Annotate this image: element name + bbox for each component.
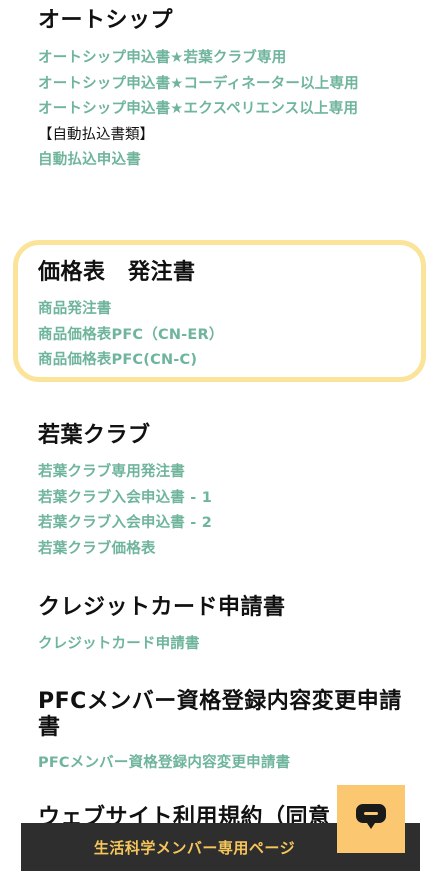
wakaba-heading: 若葉クラブ (38, 423, 151, 448)
price-link-order[interactable]: 商品発注書 (38, 297, 410, 323)
credit-link[interactable]: クレジットカード申請書 (38, 632, 410, 658)
credit-heading: クレジットカード申請書 (38, 595, 286, 620)
price-heading: 価格表 発注書 (38, 260, 196, 285)
price-link-cn-c[interactable]: 商品価格表PFC(CN-C) (38, 348, 410, 374)
chat-button[interactable] (337, 785, 405, 853)
price-section: 価格表 発注書 商品発注書 商品価格表PFC（CN-ER） 商品価格表PFC(C… (38, 260, 410, 374)
auto-payment-subheading: 【自動払込書類】 (38, 126, 154, 143)
auto-payment-link[interactable]: 自動払込申込書 (38, 148, 410, 174)
wakaba-link-price[interactable]: 若葉クラブ価格表 (38, 537, 410, 563)
wakaba-link-application-1[interactable]: 若葉クラブ入会申込書 - 1 (38, 486, 410, 512)
wakaba-link-application-2[interactable]: 若葉クラブ入会申込書 - 2 (38, 511, 410, 537)
autoship-link-coordinator[interactable]: オートシップ申込書★コーディネーター以上専用 (38, 72, 410, 98)
price-link-cn-er[interactable]: 商品価格表PFC（CN-ER） (38, 323, 410, 349)
autoship-section: オートシップ オートシップ申込書★若葉クラブ専用 オートシップ申込書★コーディネ… (38, 8, 410, 174)
pfc-heading: PFCメンバー資格登録内容変更申請書 (38, 689, 402, 740)
member-page-label: 生活科学メンバー専用ページ (93, 838, 296, 857)
wakaba-section: 若葉クラブ 若葉クラブ専用発注書 若葉クラブ入会申込書 - 1 若葉クラブ入会申… (38, 423, 410, 562)
chat-bubble-icon (354, 802, 388, 836)
credit-section: クレジットカード申請書 クレジットカード申請書 (38, 595, 410, 658)
wakaba-link-order[interactable]: 若葉クラブ専用発注書 (38, 460, 410, 486)
pfc-link[interactable]: PFCメンバー資格登録内容変更申請書 (38, 751, 410, 777)
autoship-heading: オートシップ (38, 8, 174, 33)
pfc-section: PFCメンバー資格登録内容変更申請書 PFCメンバー資格登録内容変更申請書 (38, 689, 410, 777)
autoship-link-wakaba[interactable]: オートシップ申込書★若葉クラブ専用 (38, 46, 410, 72)
autoship-link-experience[interactable]: オートシップ申込書★エクスペリエンス以上専用 (38, 97, 410, 123)
